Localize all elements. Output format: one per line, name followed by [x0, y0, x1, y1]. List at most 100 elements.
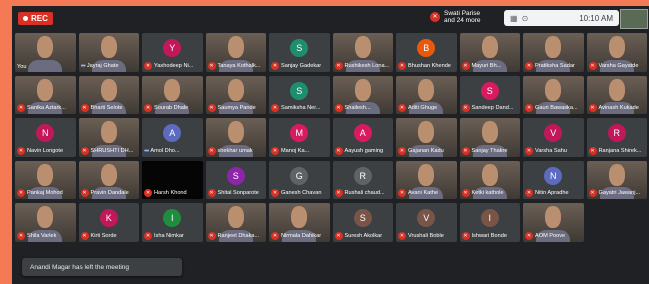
participant-tile[interactable]: ✕ Saumya Pande — [205, 75, 266, 114]
participant-tile[interactable]: K ✕ Kirti Sorde — [78, 203, 139, 242]
mic-muted-icon: ✕ — [398, 61, 406, 70]
recording-label: REC — [31, 14, 48, 23]
participant-name: Gajanan Kadu — [408, 147, 444, 154]
participant-tile[interactable]: ✕ Shailesh... — [332, 75, 393, 114]
self-view-thumbnail[interactable] — [620, 9, 648, 29]
participant-name: Sandeep Dand... — [471, 105, 514, 111]
participant-label: ✕ Shila Varlek — [17, 231, 74, 240]
participant-tile[interactable]: V ✕ Vrushali Boble — [396, 203, 457, 242]
participant-name: Kirti Sorde — [90, 232, 117, 239]
participant-label: ✕ Sourab Dhale — [144, 104, 201, 112]
avatar: K — [99, 209, 118, 227]
participant-tile[interactable]: ✕ Sanika Aztark... — [15, 75, 76, 114]
video-feed — [608, 36, 625, 59]
participant-name: Nirmala Dahikar — [281, 232, 322, 239]
video-feed — [481, 121, 498, 144]
participant-tile[interactable]: ✕ Aditi Ghuge — [396, 75, 457, 114]
mic-muted-icon: ✕ — [80, 189, 89, 197]
participant-label: ✕ Isha Nimkar — [144, 231, 201, 240]
participant-name: Aditi Ghuge — [408, 105, 438, 111]
participant-name: Sanjay Gadekar — [281, 62, 322, 69]
participant-tile[interactable]: ✕ Nirmala Dahikar — [269, 203, 330, 242]
participant-name: AOM Poove — [535, 232, 566, 239]
participant-name: Yashodeep Ni... — [154, 62, 194, 69]
speaker-more: and 24 more — [444, 17, 481, 24]
participant-tile[interactable]: M ✕ Manoj Ka... — [269, 118, 330, 157]
participant-tile[interactable]: ✕ Ketki kathole — [459, 160, 520, 199]
mic-muted-icon: ✕ — [398, 189, 406, 197]
mic-muted-icon: ✕ — [207, 189, 216, 197]
speaking-indicator-icon: ••• — [144, 147, 149, 155]
participant-tile[interactable]: ✕ Mayuri Bh... — [459, 33, 520, 72]
participant-tile[interactable]: You — [15, 33, 76, 72]
avatar: S — [353, 209, 372, 227]
participant-tile[interactable]: ✕ Rushikesh Lona... — [332, 33, 393, 72]
participant-tile[interactable]: ✕ shekhar umak — [205, 118, 266, 157]
avatar: V — [417, 209, 436, 227]
participant-tile[interactable]: ✕ Varsha Gayatde — [586, 33, 647, 72]
participant-tile[interactable]: N ✕ Nitin Apradhe — [523, 160, 584, 199]
participant-tile[interactable]: ✕ Gauri Bawaska... — [523, 75, 584, 114]
mic-muted-icon: ✕ — [588, 146, 597, 155]
mic-muted-icon: ✕ — [334, 146, 343, 155]
participant-tile[interactable]: ✕ AOM Poove — [523, 203, 584, 242]
participant-label: ✕ Kirti Sorde — [80, 231, 138, 240]
avatar: I — [163, 209, 182, 227]
participant-label: ✕ Aayush gaming — [334, 146, 392, 155]
participant-name: Gauri Bawaska... — [535, 105, 578, 111]
participant-name: Aayush gaming — [344, 147, 384, 154]
participant-tile[interactable]: ✕ Pravin Dandale — [78, 160, 139, 199]
participant-tile[interactable]: ✕ Harsh Khond — [142, 160, 203, 199]
participant-label: ✕ AOM Poove — [525, 231, 582, 240]
avatar: S — [480, 81, 499, 100]
participant-name: Varsha Sahu — [535, 147, 567, 154]
avatar: Y — [163, 39, 182, 57]
grid-view-icon[interactable]: ▦ — [510, 14, 518, 23]
participant-tile[interactable]: B ✕ Bhushan Khende — [396, 33, 457, 72]
participant-name: Amol Dho... — [150, 148, 180, 154]
mic-muted-icon: ✕ — [461, 104, 470, 112]
participant-tile[interactable]: S ✕ Samiksha Ner... — [269, 75, 330, 114]
participant-tile[interactable]: S ✕ Suresh Akolkar — [332, 203, 393, 242]
participant-tile[interactable]: R ✕ Ranjana Shirek... — [586, 118, 647, 157]
participant-tile[interactable]: ✕ Sanjay Thakre — [459, 118, 520, 157]
participant-tile[interactable]: ✕ Gayatri Jawanj... — [586, 160, 647, 199]
participant-tile[interactable]: ✕ Gajanan Kadu — [396, 118, 457, 157]
participant-tile[interactable]: S ✕ Sanjay Gadekar — [269, 33, 330, 72]
participant-tile[interactable]: S ✕ Sandeep Dand... — [459, 75, 520, 114]
participant-tile[interactable]: ✕ SHRUSHTI DH... — [78, 118, 139, 157]
participant-tile[interactable]: ✕ Avinash Kukade — [586, 75, 647, 114]
participant-tile[interactable]: ✕ Avani Kathe — [396, 160, 457, 199]
participant-tile[interactable]: ✕ Bharti Selote — [78, 75, 139, 114]
avatar: R — [607, 124, 626, 142]
participant-tile[interactable]: ✕ Sourab Dhale — [142, 75, 203, 114]
participant-tile[interactable]: N ✕ Navin Longote — [15, 118, 76, 157]
participant-tile[interactable]: S ✕ Shital Sonparote — [205, 160, 266, 199]
participant-tile[interactable]: ✕ Tanaya Kothalk... — [205, 33, 266, 72]
participant-tile[interactable]: I ✕ Isha Nimkar — [142, 203, 203, 242]
video-feed — [608, 163, 625, 186]
participant-tile[interactable]: Y ✕ Yashodeep Ni... — [142, 33, 203, 72]
participant-tile[interactable]: ••• Jayraj Ghate — [78, 33, 139, 72]
mic-muted-icon: ✕ — [80, 104, 89, 112]
participant-tile[interactable]: ✕ Ranjeet Dhaka... — [205, 203, 266, 242]
participant-tile[interactable]: I ✕ Ishwari Bonde — [459, 203, 520, 242]
pin-icon[interactable]: ⊙ — [522, 14, 529, 23]
participant-tile[interactable]: ✕ Pankaj Mohod — [15, 160, 76, 199]
active-speaker[interactable]: ✕ Swati Parise and 24 more — [430, 10, 481, 24]
participant-name: Varsha Gayatde — [598, 62, 639, 69]
mic-muted-icon: ✕ — [17, 104, 25, 112]
participant-label: ✕ Samiksha Ner... — [271, 104, 328, 112]
meet-window: REC ✕ Swati Parise and 24 more ▦ ⊙ 10:10… — [12, 6, 649, 284]
participant-tile[interactable]: ✕ Shila Varlek — [15, 203, 76, 242]
participant-name: Shital Sonparote — [217, 190, 259, 196]
participant-tile[interactable]: A ••• Amol Dho... — [142, 118, 203, 157]
mic-muted-icon: ✕ — [80, 231, 89, 240]
video-feed — [291, 206, 308, 229]
participant-tile[interactable]: R ✕ Rushali chaud... — [332, 160, 393, 199]
participant-tile[interactable]: V ✕ Varsha Sahu — [523, 118, 584, 157]
participant-name: Suresh Akolkar — [344, 232, 383, 239]
participant-tile[interactable]: ✕ Pratiksha Sadar — [523, 33, 584, 72]
participant-tile[interactable]: G ✕ Ganesh Chavan — [269, 160, 330, 199]
participant-tile[interactable]: A ✕ Aayush gaming — [332, 118, 393, 157]
